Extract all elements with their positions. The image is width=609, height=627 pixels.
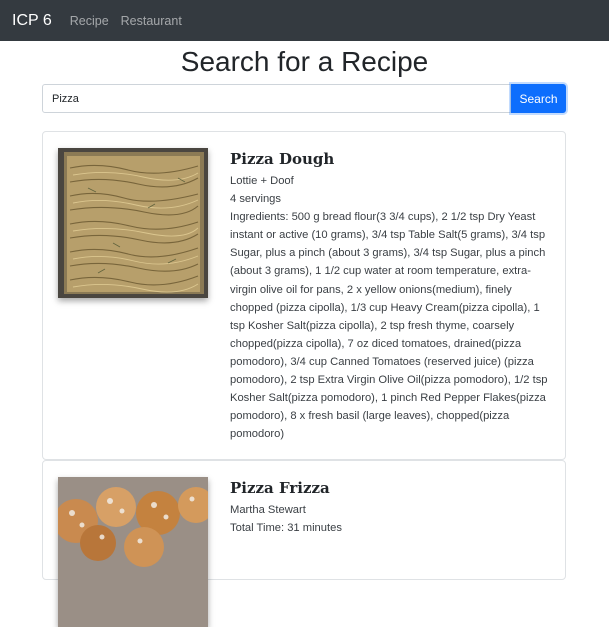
recipe-info: Pizza Dough Lottie + Doof 4 servings Ing… xyxy=(230,149,555,443)
search-input[interactable] xyxy=(42,84,511,113)
recipe-total-time: Total Time: 31 minutes xyxy=(230,522,342,535)
recipe-title: Pizza Dough xyxy=(230,150,335,168)
search-button[interactable]: Search xyxy=(511,84,566,113)
recipe-info: Pizza Frizza Martha Stewart Total Time: … xyxy=(230,478,555,537)
nav-link-recipe[interactable]: Recipe xyxy=(70,14,109,28)
recipe-card: Pizza Dough Lottie + Doof 4 servings Ing… xyxy=(42,131,566,460)
recipe-image-pizza-dough xyxy=(58,148,208,298)
navbar: ICP 6 Recipe Restaurant xyxy=(0,0,609,41)
recipe-source: Lottie + Doof xyxy=(230,175,294,187)
page-title: Search for a Recipe xyxy=(180,46,429,77)
recipe-ingredients: Ingredients: 500 g bread flour(3 3/4 cup… xyxy=(230,211,548,441)
search-bar: Search xyxy=(42,84,566,113)
recipe-card: Pizza Frizza Martha Stewart Total Time: … xyxy=(42,460,566,627)
recipe-source: Martha Stewart xyxy=(230,504,306,516)
recipe-servings: 4 servings xyxy=(230,193,281,206)
navbar-brand[interactable]: ICP 6 xyxy=(12,12,52,30)
recipe-title: Pizza Frizza xyxy=(230,479,330,497)
nav-link-restaurant[interactable]: Restaurant xyxy=(121,14,182,28)
recipe-image-pizza-frizza xyxy=(58,477,208,627)
